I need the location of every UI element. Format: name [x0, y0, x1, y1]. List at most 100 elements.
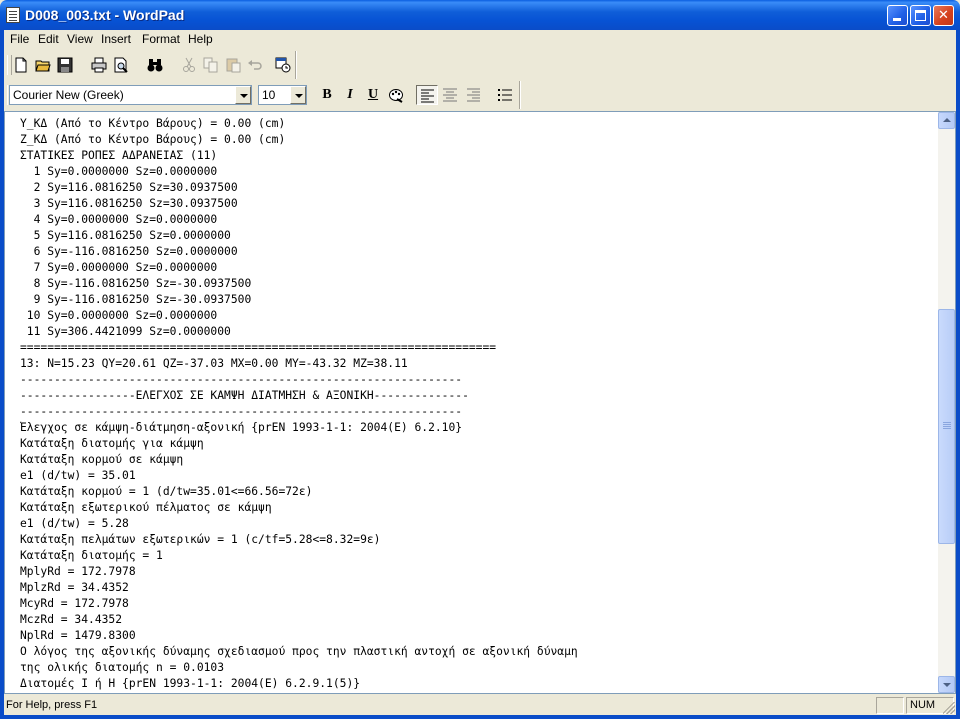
- italic-button[interactable]: I: [339, 85, 361, 105]
- document-line[interactable]: 6 Sy=-116.0816250 Sz=0.0000000: [20, 244, 935, 260]
- menu-edit[interactable]: Edit: [38, 32, 59, 46]
- cut-button[interactable]: [178, 55, 200, 75]
- size-grip-icon[interactable]: [943, 702, 955, 714]
- wordpad-document-icon[interactable]: [6, 7, 20, 23]
- document-text[interactable]: Y_ΚΔ (Από το Κέντρο Βάρους) = 0.00 (cm) Z…: [20, 116, 935, 691]
- document-line[interactable]: Κατάταξη εξωτερικού πέλματος σε κάμψη: [20, 500, 935, 516]
- find-button[interactable]: [144, 55, 166, 75]
- maximize-button[interactable]: [910, 5, 931, 26]
- bullets-button[interactable]: [494, 85, 516, 105]
- document-line[interactable]: της ολικής διατομής n = 0.0103: [20, 660, 935, 676]
- align-left-icon: [421, 89, 434, 103]
- status-bar: For Help, press F1 NUM: [4, 696, 956, 715]
- scroll-down-button[interactable]: [938, 676, 955, 693]
- document-line[interactable]: Έλεγχος σε κάμψη-διάτμηση-αξονική {prEN …: [20, 420, 935, 436]
- undo-button[interactable]: [244, 55, 266, 75]
- chevron-down-icon[interactable]: [290, 86, 306, 104]
- format-toolbar: Courier New (Greek) 10 B I U: [4, 81, 956, 109]
- open-button[interactable]: [32, 55, 54, 75]
- document-line[interactable]: e1 (d/tw) = 35.01: [20, 468, 935, 484]
- document-area[interactable]: Y_ΚΔ (Από το Κέντρο Βάρους) = 0.00 (cm) Z…: [4, 111, 956, 694]
- document-line[interactable]: MczRd = 34.4352: [20, 612, 935, 628]
- italic-icon: I: [347, 87, 353, 102]
- align-right-button[interactable]: [462, 85, 484, 105]
- print-preview-button[interactable]: [110, 55, 132, 75]
- menu-bar: File Edit View Insert Format Help: [4, 30, 956, 49]
- document-line[interactable]: 9 Sy=-116.0816250 Sz=-30.0937500: [20, 292, 935, 308]
- document-line[interactable]: Ο λόγος της αξονικής δύναμης σχεδιασμού …: [20, 644, 935, 660]
- menu-view[interactable]: View: [67, 32, 93, 46]
- insert-date-time-icon: [275, 57, 291, 73]
- save-disk-icon: [57, 57, 73, 73]
- document-line[interactable]: NplRd = 1479.8300: [20, 628, 935, 644]
- print-button[interactable]: [88, 55, 110, 75]
- thumb-grip-icon: [943, 422, 951, 423]
- undo-icon: [248, 60, 262, 70]
- font-size-combo[interactable]: 10: [258, 85, 307, 105]
- status-help-text: For Help, press F1: [6, 699, 98, 711]
- document-line[interactable]: Διατομές Ι ή Η {prEN 1993-1-1: 2004(E) 6…: [20, 676, 935, 691]
- document-line[interactable]: 4 Sy=0.0000000 Sz=0.0000000: [20, 212, 935, 228]
- print-preview-icon: [114, 57, 128, 73]
- document-line[interactable]: ----------------------------------------…: [20, 404, 935, 420]
- document-line[interactable]: 13: N=15.23 QY=20.61 QZ=-37.03 MX=0.00 M…: [20, 356, 935, 372]
- font-size-value: 10: [262, 88, 276, 102]
- close-icon: ✕: [938, 8, 949, 23]
- menu-format[interactable]: Format: [142, 32, 180, 46]
- find-binoculars-icon: [147, 59, 163, 72]
- document-line[interactable]: 5 Sy=116.0816250 Sz=0.0000000: [20, 228, 935, 244]
- menu-help[interactable]: Help: [188, 32, 213, 46]
- menu-file[interactable]: File: [10, 32, 29, 46]
- document-line[interactable]: 1 Sy=0.0000000 Sz=0.0000000: [20, 164, 935, 180]
- scroll-thumb[interactable]: [938, 309, 955, 544]
- insert-date-time-button[interactable]: [272, 55, 294, 75]
- align-center-button[interactable]: [439, 85, 461, 105]
- document-line[interactable]: Κατάταξη διατομής = 1: [20, 548, 935, 564]
- document-line[interactable]: Κατάταξη διατομής για κάμψη: [20, 436, 935, 452]
- color-button[interactable]: [385, 85, 407, 105]
- scroll-up-button[interactable]: [938, 112, 955, 129]
- font-name-combo[interactable]: Courier New (Greek): [9, 85, 252, 105]
- chevron-down-icon[interactable]: [235, 86, 251, 104]
- document-line[interactable]: Z_ΚΔ (Από το Κέντρο Βάρους) = 0.00 (cm): [20, 132, 935, 148]
- save-button[interactable]: [54, 55, 76, 75]
- document-line[interactable]: MplzRd = 34.4352: [20, 580, 935, 596]
- standard-toolbar: [4, 51, 956, 79]
- cut-scissors-icon: [183, 57, 195, 72]
- close-button[interactable]: ✕: [933, 5, 954, 26]
- vertical-scrollbar[interactable]: [938, 112, 955, 693]
- document-line[interactable]: 7 Sy=0.0000000 Sz=0.0000000: [20, 260, 935, 276]
- window-title: D008_003.txt - WordPad: [25, 7, 185, 23]
- document-line[interactable]: Κατάταξη πελμάτων εξωτερικών = 1 (c/tf=5…: [20, 532, 935, 548]
- new-button[interactable]: [10, 55, 32, 75]
- document-line[interactable]: 8 Sy=-116.0816250 Sz=-30.0937500: [20, 276, 935, 292]
- document-line[interactable]: ----------------------------------------…: [20, 372, 935, 388]
- document-line[interactable]: McyRd = 172.7978: [20, 596, 935, 612]
- document-line[interactable]: -----------------ΕΛΕΓΧΟΣ ΣΕ ΚΑΜΨΗ ΔΙΑΤΜΗ…: [20, 388, 935, 404]
- document-line[interactable]: ========================================…: [20, 340, 935, 356]
- paste-button[interactable]: [222, 55, 244, 75]
- minimize-button[interactable]: [887, 5, 908, 26]
- document-line[interactable]: 3 Sy=116.0816250 Sz=30.0937500: [20, 196, 935, 212]
- bold-button[interactable]: B: [316, 85, 338, 105]
- title-bar[interactable]: D008_003.txt - WordPad ✕: [0, 0, 960, 30]
- paste-icon: [226, 58, 241, 73]
- align-center-icon: [443, 88, 457, 102]
- document-line[interactable]: 10 Sy=0.0000000 Sz=0.0000000: [20, 308, 935, 324]
- underline-button[interactable]: U: [362, 85, 384, 105]
- font-name-value: Courier New (Greek): [13, 88, 124, 102]
- align-left-button[interactable]: [416, 85, 438, 105]
- print-icon: [91, 57, 107, 73]
- document-line[interactable]: ΣΤΑΤΙΚΕΣ ΡΟΠΕΣ ΑΔΡΑΝΕΙΑΣ (11): [20, 148, 935, 164]
- menu-insert[interactable]: Insert: [101, 32, 131, 46]
- copy-icon: [203, 57, 218, 73]
- document-line[interactable]: e1 (d/tw) = 5.28: [20, 516, 935, 532]
- status-pane-empty: [876, 697, 904, 714]
- document-line[interactable]: 2 Sy=116.0816250 Sz=30.0937500: [20, 180, 935, 196]
- document-line[interactable]: Y_ΚΔ (Από το Κέντρο Βάρους) = 0.00 (cm): [20, 116, 935, 132]
- document-line[interactable]: Κατάταξη κορμού σε κάμψη: [20, 452, 935, 468]
- document-line[interactable]: MplyRd = 172.7978: [20, 564, 935, 580]
- document-line[interactable]: 11 Sy=306.4421099 Sz=0.0000000: [20, 324, 935, 340]
- copy-button[interactable]: [200, 55, 222, 75]
- document-line[interactable]: Κατάταξη κορμού = 1 (d/tw=35.01<=66.56=7…: [20, 484, 935, 500]
